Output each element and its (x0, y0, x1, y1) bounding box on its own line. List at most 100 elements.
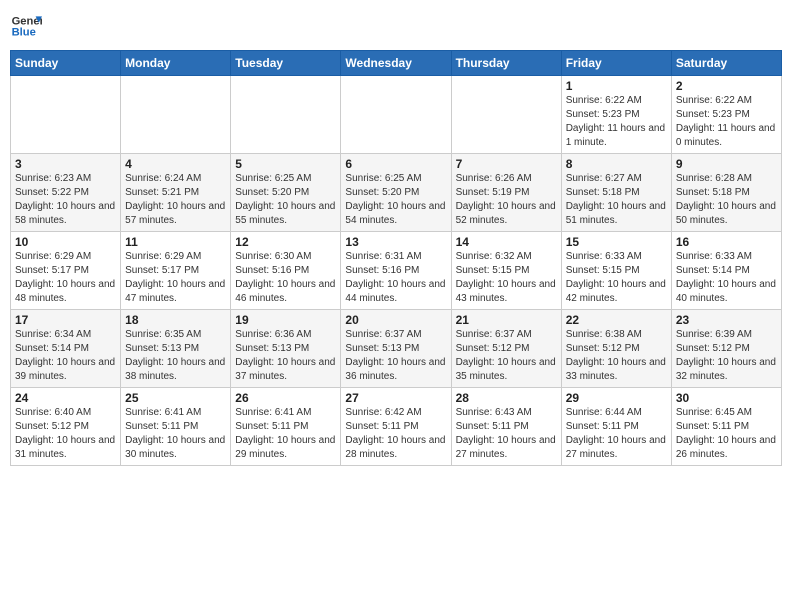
day-info: Sunrise: 6:33 AM Sunset: 5:15 PM Dayligh… (566, 250, 667, 306)
day-info: Sunrise: 6:24 AM Sunset: 5:21 PM Dayligh… (125, 172, 226, 228)
day-number: 17 (15, 313, 116, 327)
calendar-day-header: Tuesday (231, 51, 341, 76)
day-info: Sunrise: 6:26 AM Sunset: 5:19 PM Dayligh… (456, 172, 557, 228)
calendar-cell: 10Sunrise: 6:29 AM Sunset: 5:17 PM Dayli… (11, 232, 121, 310)
calendar-cell: 25Sunrise: 6:41 AM Sunset: 5:11 PM Dayli… (121, 388, 231, 466)
day-number: 15 (566, 235, 667, 249)
day-info: Sunrise: 6:29 AM Sunset: 5:17 PM Dayligh… (15, 250, 116, 306)
calendar-cell (231, 76, 341, 154)
calendar-cell: 27Sunrise: 6:42 AM Sunset: 5:11 PM Dayli… (341, 388, 451, 466)
header: General Blue (10, 10, 782, 42)
day-number: 19 (235, 313, 336, 327)
day-info: Sunrise: 6:39 AM Sunset: 5:12 PM Dayligh… (676, 328, 777, 384)
day-info: Sunrise: 6:41 AM Sunset: 5:11 PM Dayligh… (235, 406, 336, 462)
calendar-cell: 1Sunrise: 6:22 AM Sunset: 5:23 PM Daylig… (561, 76, 671, 154)
day-number: 20 (345, 313, 446, 327)
day-info: Sunrise: 6:33 AM Sunset: 5:14 PM Dayligh… (676, 250, 777, 306)
calendar-cell: 23Sunrise: 6:39 AM Sunset: 5:12 PM Dayli… (671, 310, 781, 388)
calendar-cell: 4Sunrise: 6:24 AM Sunset: 5:21 PM Daylig… (121, 154, 231, 232)
day-number: 28 (456, 391, 557, 405)
day-info: Sunrise: 6:25 AM Sunset: 5:20 PM Dayligh… (235, 172, 336, 228)
day-info: Sunrise: 6:32 AM Sunset: 5:15 PM Dayligh… (456, 250, 557, 306)
svg-text:Blue: Blue (12, 27, 36, 39)
day-info: Sunrise: 6:36 AM Sunset: 5:13 PM Dayligh… (235, 328, 336, 384)
calendar-body: 1Sunrise: 6:22 AM Sunset: 5:23 PM Daylig… (11, 76, 782, 466)
calendar-cell: 14Sunrise: 6:32 AM Sunset: 5:15 PM Dayli… (451, 232, 561, 310)
day-info: Sunrise: 6:29 AM Sunset: 5:17 PM Dayligh… (125, 250, 226, 306)
day-info: Sunrise: 6:38 AM Sunset: 5:12 PM Dayligh… (566, 328, 667, 384)
day-info: Sunrise: 6:28 AM Sunset: 5:18 PM Dayligh… (676, 172, 777, 228)
calendar-cell: 22Sunrise: 6:38 AM Sunset: 5:12 PM Dayli… (561, 310, 671, 388)
calendar-cell: 24Sunrise: 6:40 AM Sunset: 5:12 PM Dayli… (11, 388, 121, 466)
day-info: Sunrise: 6:23 AM Sunset: 5:22 PM Dayligh… (15, 172, 116, 228)
day-number: 13 (345, 235, 446, 249)
day-number: 7 (456, 157, 557, 171)
day-info: Sunrise: 6:42 AM Sunset: 5:11 PM Dayligh… (345, 406, 446, 462)
calendar-cell: 30Sunrise: 6:45 AM Sunset: 5:11 PM Dayli… (671, 388, 781, 466)
day-info: Sunrise: 6:44 AM Sunset: 5:11 PM Dayligh… (566, 406, 667, 462)
day-number: 24 (15, 391, 116, 405)
day-info: Sunrise: 6:22 AM Sunset: 5:23 PM Dayligh… (566, 94, 667, 150)
calendar-cell: 19Sunrise: 6:36 AM Sunset: 5:13 PM Dayli… (231, 310, 341, 388)
calendar-cell: 17Sunrise: 6:34 AM Sunset: 5:14 PM Dayli… (11, 310, 121, 388)
day-number: 3 (15, 157, 116, 171)
day-info: Sunrise: 6:30 AM Sunset: 5:16 PM Dayligh… (235, 250, 336, 306)
calendar-cell: 3Sunrise: 6:23 AM Sunset: 5:22 PM Daylig… (11, 154, 121, 232)
calendar-cell: 2Sunrise: 6:22 AM Sunset: 5:23 PM Daylig… (671, 76, 781, 154)
calendar-day-header: Saturday (671, 51, 781, 76)
day-number: 1 (566, 79, 667, 93)
day-info: Sunrise: 6:27 AM Sunset: 5:18 PM Dayligh… (566, 172, 667, 228)
calendar-day-header: Friday (561, 51, 671, 76)
calendar-day-header: Wednesday (341, 51, 451, 76)
day-info: Sunrise: 6:37 AM Sunset: 5:12 PM Dayligh… (456, 328, 557, 384)
calendar-cell: 7Sunrise: 6:26 AM Sunset: 5:19 PM Daylig… (451, 154, 561, 232)
calendar-week-row: 1Sunrise: 6:22 AM Sunset: 5:23 PM Daylig… (11, 76, 782, 154)
day-number: 29 (566, 391, 667, 405)
calendar-cell: 16Sunrise: 6:33 AM Sunset: 5:14 PM Dayli… (671, 232, 781, 310)
calendar-cell: 9Sunrise: 6:28 AM Sunset: 5:18 PM Daylig… (671, 154, 781, 232)
day-info: Sunrise: 6:31 AM Sunset: 5:16 PM Dayligh… (345, 250, 446, 306)
logo-icon: General Blue (10, 10, 42, 42)
day-info: Sunrise: 6:41 AM Sunset: 5:11 PM Dayligh… (125, 406, 226, 462)
calendar-day-header: Sunday (11, 51, 121, 76)
day-number: 25 (125, 391, 226, 405)
calendar-cell: 13Sunrise: 6:31 AM Sunset: 5:16 PM Dayli… (341, 232, 451, 310)
day-info: Sunrise: 6:45 AM Sunset: 5:11 PM Dayligh… (676, 406, 777, 462)
logo: General Blue (10, 10, 42, 42)
calendar-cell: 28Sunrise: 6:43 AM Sunset: 5:11 PM Dayli… (451, 388, 561, 466)
day-number: 30 (676, 391, 777, 405)
day-info: Sunrise: 6:35 AM Sunset: 5:13 PM Dayligh… (125, 328, 226, 384)
calendar-cell (11, 76, 121, 154)
calendar-cell: 15Sunrise: 6:33 AM Sunset: 5:15 PM Dayli… (561, 232, 671, 310)
calendar-cell: 26Sunrise: 6:41 AM Sunset: 5:11 PM Dayli… (231, 388, 341, 466)
day-number: 27 (345, 391, 446, 405)
day-number: 6 (345, 157, 446, 171)
calendar-table: SundayMondayTuesdayWednesdayThursdayFrid… (10, 50, 782, 466)
calendar-cell: 21Sunrise: 6:37 AM Sunset: 5:12 PM Dayli… (451, 310, 561, 388)
calendar-cell (341, 76, 451, 154)
calendar-cell: 20Sunrise: 6:37 AM Sunset: 5:13 PM Dayli… (341, 310, 451, 388)
day-number: 5 (235, 157, 336, 171)
day-info: Sunrise: 6:37 AM Sunset: 5:13 PM Dayligh… (345, 328, 446, 384)
calendar-week-row: 17Sunrise: 6:34 AM Sunset: 5:14 PM Dayli… (11, 310, 782, 388)
day-number: 12 (235, 235, 336, 249)
day-number: 21 (456, 313, 557, 327)
calendar-cell: 12Sunrise: 6:30 AM Sunset: 5:16 PM Dayli… (231, 232, 341, 310)
day-number: 9 (676, 157, 777, 171)
calendar-cell: 11Sunrise: 6:29 AM Sunset: 5:17 PM Dayli… (121, 232, 231, 310)
day-number: 18 (125, 313, 226, 327)
calendar-cell (121, 76, 231, 154)
day-info: Sunrise: 6:25 AM Sunset: 5:20 PM Dayligh… (345, 172, 446, 228)
day-info: Sunrise: 6:22 AM Sunset: 5:23 PM Dayligh… (676, 94, 777, 150)
day-number: 23 (676, 313, 777, 327)
day-number: 2 (676, 79, 777, 93)
day-number: 4 (125, 157, 226, 171)
calendar-cell: 6Sunrise: 6:25 AM Sunset: 5:20 PM Daylig… (341, 154, 451, 232)
day-info: Sunrise: 6:34 AM Sunset: 5:14 PM Dayligh… (15, 328, 116, 384)
calendar-cell: 29Sunrise: 6:44 AM Sunset: 5:11 PM Dayli… (561, 388, 671, 466)
day-number: 14 (456, 235, 557, 249)
calendar-day-header: Monday (121, 51, 231, 76)
day-info: Sunrise: 6:40 AM Sunset: 5:12 PM Dayligh… (15, 406, 116, 462)
calendar-cell: 18Sunrise: 6:35 AM Sunset: 5:13 PM Dayli… (121, 310, 231, 388)
calendar-week-row: 10Sunrise: 6:29 AM Sunset: 5:17 PM Dayli… (11, 232, 782, 310)
